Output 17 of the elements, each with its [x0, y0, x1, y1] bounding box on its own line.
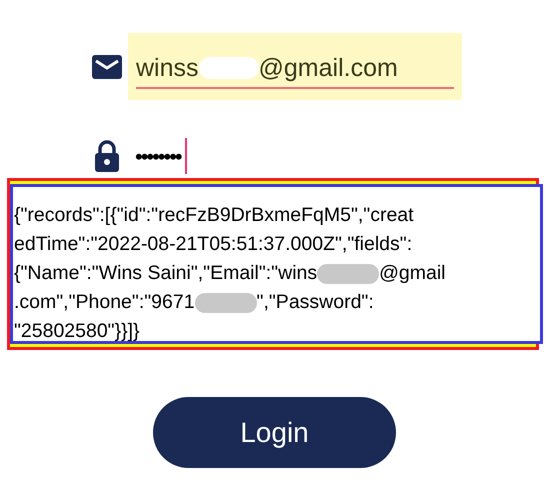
- response-text: @gmail: [379, 261, 446, 286]
- password-field[interactable]: ••••••••: [135, 138, 187, 174]
- response-text: .com","Phone":"9671: [14, 290, 195, 315]
- response-text: edTime":"2022-08-21T05:51:37.000Z","fields":: [14, 232, 412, 257]
- mail-icon: [92, 54, 122, 78]
- lock-icon: [95, 140, 119, 172]
- redaction-blur: [194, 292, 257, 312]
- response-text: ","Password":: [256, 290, 374, 315]
- email-field[interactable]: winss @gmail.com: [128, 33, 462, 100]
- email-text: @gmail.com: [258, 53, 398, 83]
- login-button[interactable]: Login: [153, 397, 396, 468]
- response-text: {"records":[{"id":"recFzB9DrBxmeFqM5","creat: [14, 203, 414, 228]
- redaction-blur: [198, 57, 259, 79]
- redaction-blur: [317, 264, 380, 284]
- response-text: {"Name":"Wins Saini","Email":"wins: [14, 261, 318, 286]
- email-text: winss: [136, 53, 199, 83]
- response-text: "25802580"}}]}: [14, 319, 140, 344]
